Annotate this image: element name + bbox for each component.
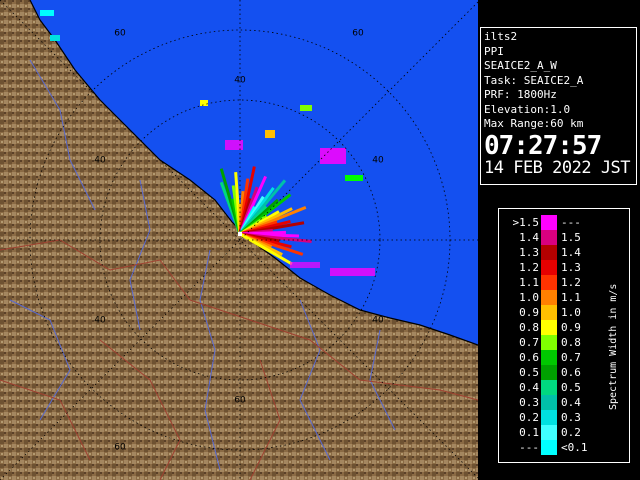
range-ring-label: 60 [114, 29, 126, 39]
legend-swatch [541, 365, 557, 380]
legend-swatch [541, 215, 557, 230]
legend-row: 0.8 0.9 [499, 320, 599, 335]
range-ring-label: 40 [94, 156, 106, 166]
legend-lower-bound: 0.4 [519, 381, 539, 394]
legend-lower-bound: 0.7 [519, 336, 539, 349]
legend-swatch [541, 335, 557, 350]
legend-swatch [541, 350, 557, 365]
legend-row: 0.9 1.0 [499, 305, 599, 320]
legend-upper-bound: 0.9 [561, 321, 581, 334]
legend-lower-bound: 0.3 [519, 396, 539, 409]
legend-unit-label: Spectrum Width in m/s [608, 283, 619, 410]
range-ring-label: 40 [234, 76, 246, 86]
legend-row: 0.5 0.6 [499, 365, 599, 380]
legend-upper-bound: 1.1 [561, 291, 581, 304]
legend-row: 0.6 0.7 [499, 350, 599, 365]
legend-swatch [541, 380, 557, 395]
legend-upper-bound: 1.3 [561, 261, 581, 274]
range-ring-label: 60 [234, 396, 246, 406]
legend-lower-bound: 0.9 [519, 306, 539, 319]
legend-lower-bound: 0.6 [519, 351, 539, 364]
legend-upper-bound: 1.0 [561, 306, 581, 319]
legend-lower-bound: 0.5 [519, 366, 539, 379]
legend-row: 0.7 0.8 [499, 335, 599, 350]
legend-row: 0.2 0.3 [499, 410, 599, 425]
product-name: SEAICE2_A_W [484, 59, 557, 72]
range-ring-label: 40 [94, 316, 106, 326]
elevation-value: Elevation:1.0 [484, 102, 571, 116]
legend-row: >1.5 --- [499, 215, 599, 230]
legend-swatch [541, 245, 557, 260]
legend-upper-bound: 0.4 [561, 396, 581, 409]
legend-row: 0.3 0.4 [499, 395, 599, 410]
legend-swatch [541, 320, 557, 335]
legend-swatch [541, 440, 557, 455]
legend-upper-bound: 0.7 [561, 351, 581, 364]
legend-swatch [541, 305, 557, 320]
legend-lower-bound: 0.8 [519, 321, 539, 334]
legend-row: --- <0.1 [499, 440, 599, 455]
legend-upper-bound: 0.6 [561, 366, 581, 379]
legend-upper-bound: <0.1 [561, 441, 588, 454]
legend-upper-bound: 1.2 [561, 276, 581, 289]
range-ring-label: 40 [372, 156, 384, 166]
legend-row: 1.0 1.1 [499, 290, 599, 305]
max-range-value: Max Range:60 km [484, 117, 584, 130]
legend-swatch [541, 290, 557, 305]
legend-row: 1.4 1.5 [499, 230, 599, 245]
scan-time: 07:27:57 [484, 130, 602, 161]
legend-row: 0.4 0.5 [499, 380, 599, 395]
range-ring-label: 40 [372, 316, 384, 326]
range-ring-label: 60 [114, 443, 126, 453]
legend-lower-bound: 1.3 [519, 246, 539, 259]
legend-upper-bound: 0.5 [561, 381, 581, 394]
legend-upper-bound: 0.3 [561, 411, 581, 424]
legend-upper-bound: 0.2 [561, 426, 581, 439]
legend-lower-bound: --- [519, 441, 539, 454]
legend-row: 0.1 0.2 [499, 425, 599, 440]
legend-lower-bound: 0.2 [519, 411, 539, 424]
legend-lower-bound: 1.2 [519, 261, 539, 274]
legend-row: 1.3 1.4 [499, 245, 599, 260]
range-ring-label: 60 [352, 29, 364, 39]
task-name: Task: SEAICE2_A [484, 73, 584, 87]
legend-row: 1.2 1.3 [499, 260, 599, 275]
legend-row: 1.1 1.2 [499, 275, 599, 290]
legend-upper-bound: --- [561, 216, 581, 229]
legend-swatch [541, 230, 557, 245]
legend-lower-bound: 1.1 [519, 276, 539, 289]
prf-value: PRF: 1800Hz [484, 88, 557, 101]
legend-lower-bound: 0.1 [519, 426, 539, 439]
scan-date: 14 FEB 2022 JST [484, 157, 631, 178]
legend-swatch [541, 395, 557, 410]
radar-ppi-map: 60 60 40 40 40 40 40 60 60 [0, 0, 478, 480]
legend-lower-bound: 1.4 [519, 231, 539, 244]
legend-swatch [541, 425, 557, 440]
legend-lower-bound: >1.5 [512, 216, 540, 229]
legend-lower-bound: 1.0 [519, 291, 539, 304]
legend-swatch [541, 410, 557, 425]
scan-type: PPI [484, 44, 504, 58]
legend-upper-bound: 1.5 [561, 231, 581, 244]
info-panel: ilts2 PPI SEAICE2_A_W Task: SEAICE2_A PR… [480, 27, 637, 185]
legend-upper-bound: 1.4 [561, 246, 581, 259]
legend-swatch [541, 260, 557, 275]
legend-swatch [541, 275, 557, 290]
radar-site-marker [238, 232, 242, 236]
radar-name: ilts2 [484, 30, 518, 43]
legend-upper-bound: 0.8 [561, 336, 581, 349]
